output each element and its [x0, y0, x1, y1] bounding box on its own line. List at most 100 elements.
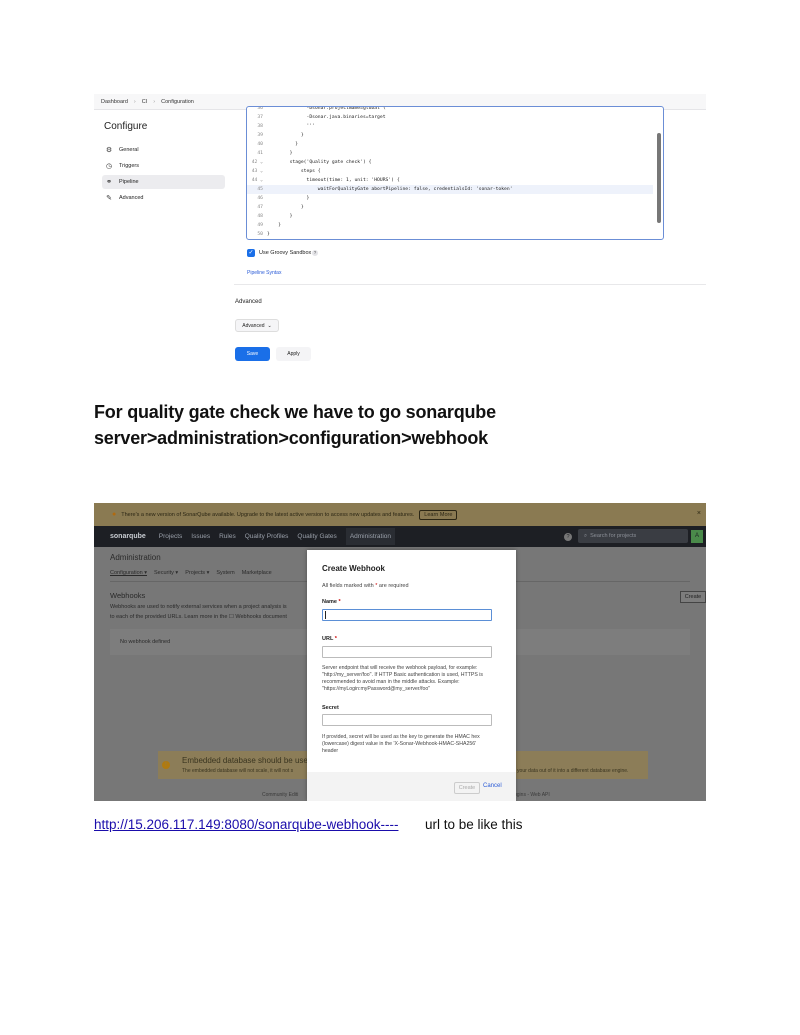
line-number: 47: [257, 205, 263, 210]
learn-more-button[interactable]: Learn More: [419, 509, 458, 520]
required-star: *: [375, 583, 378, 589]
pipeline-script-editor[interactable]: 36 -Dsonar.projectName=global \ 37 -Dsona…: [246, 106, 664, 240]
clock-icon: ◷: [105, 163, 113, 170]
url-label: URL *: [322, 636, 337, 642]
advanced-button[interactable]: Advanced ⌄: [235, 319, 279, 332]
required-note-text: All fields marked with: [322, 583, 374, 589]
search-icon: ⌕: [584, 532, 588, 539]
sidebar-item-label: Advanced: [119, 195, 144, 201]
code-text: }: [267, 151, 293, 156]
code-text: }: [267, 214, 293, 219]
modal-create-button[interactable]: Create: [454, 782, 480, 794]
code-line: 46 }: [247, 194, 653, 203]
modal-title: Create Webhook: [322, 564, 385, 573]
avatar[interactable]: A: [691, 530, 703, 543]
line-number: 48: [257, 214, 263, 219]
code-text: -Dsonar.projectName=global \: [267, 106, 386, 111]
search-input[interactable]: ⌕ Search for projects: [578, 529, 688, 543]
save-button[interactable]: Save: [235, 347, 270, 361]
code-text: }: [267, 232, 270, 237]
sidebar-item-label: Triggers: [119, 163, 139, 169]
nav-issues[interactable]: Issues: [191, 533, 210, 540]
url-help-line: Server endpoint that will receive the we…: [322, 665, 478, 671]
subnav-configuration[interactable]: Configuration ▾: [110, 570, 147, 576]
url-note: url to be like this: [425, 817, 523, 832]
code-line: 47 }: [247, 203, 653, 212]
nav-quality-profiles[interactable]: Quality Profiles: [245, 533, 289, 540]
code-text: -Dsonar.java.binaries=target: [267, 115, 386, 120]
gear-icon: ⚙: [105, 147, 113, 154]
breadcrumb-ci[interactable]: CI: [142, 99, 148, 105]
line-number: 42 ⌄: [251, 160, 263, 165]
subnav-system[interactable]: System: [216, 570, 234, 576]
code-text: }: [267, 223, 282, 228]
subnav-security[interactable]: Security ▾: [154, 570, 178, 576]
sidebar-item-label: General: [119, 147, 139, 153]
sonarqube-logo[interactable]: sonarqube: [110, 533, 146, 540]
close-icon[interactable]: ×: [697, 510, 701, 517]
sidebar-item-triggers[interactable]: ◷ Triggers: [102, 159, 225, 173]
name-input[interactable]: [322, 609, 492, 621]
required-note: All fields marked with * are required: [322, 583, 409, 589]
line-number: 46: [257, 196, 263, 201]
secret-input[interactable]: [322, 714, 492, 726]
sidebar-item-general[interactable]: ⚙ General: [102, 143, 225, 157]
nav-rules[interactable]: Rules: [219, 533, 236, 540]
groovy-sandbox-checkbox[interactable]: ✓: [247, 249, 255, 257]
url-help-line: "http://my_server/foo". If HTTP Basic au…: [322, 672, 484, 678]
nav-projects[interactable]: Projects: [159, 533, 182, 540]
footer-edition: Community Editi: [262, 792, 299, 798]
wrench-icon: ✎: [106, 195, 112, 202]
embedded-db-text: The embedded database will not scale, it…: [182, 768, 294, 774]
caption-line-1: For quality gate check we have to go son…: [94, 402, 496, 422]
url-help: Server endpoint that will receive the we…: [322, 665, 502, 693]
code-line: 50: [247, 239, 653, 240]
url-label-text: URL: [322, 636, 334, 642]
admin-title: Administration: [110, 553, 161, 562]
url-input[interactable]: [322, 646, 492, 658]
code-text: stage('Quality gate check') {: [267, 160, 372, 165]
embedded-db-title: Embedded database should be used: [182, 756, 313, 765]
sidebar-item-label: Pipeline: [119, 179, 139, 185]
code-text: }: [267, 142, 299, 147]
line-number: 40: [257, 142, 263, 147]
warning-icon: ●: [112, 511, 117, 518]
name-label-text: Name: [322, 599, 337, 605]
advanced-heading: Advanced: [235, 299, 262, 305]
editor-scrollbar[interactable]: [657, 133, 661, 223]
required-star: *: [338, 599, 341, 605]
groovy-sandbox-label: Use Groovy Sandbox: [259, 250, 312, 256]
code-text: }: [267, 205, 304, 210]
code-text: steps {: [267, 169, 321, 174]
code-line: 48 }: [247, 212, 653, 221]
required-note-tail: are required: [378, 583, 409, 589]
chevron-right-icon: ›: [133, 98, 136, 105]
webhooks-description: Webhooks are used to notify external ser…: [110, 604, 287, 610]
line-number: 37: [257, 115, 263, 120]
secret-help: If provided, secret will be used as the …: [322, 734, 502, 755]
nav-administration[interactable]: Administration: [345, 528, 395, 545]
breadcrumb-dashboard[interactable]: Dashboard: [101, 99, 128, 105]
webhooks-title: Webhooks: [110, 591, 146, 600]
code-text: }: [267, 196, 310, 201]
secret-label: Secret: [322, 705, 339, 711]
webhook-url-link[interactable]: http://15.206.117.149:8080/sonarqube-web…: [94, 817, 398, 832]
footer-links[interactable]: ugins - Web API: [514, 792, 550, 798]
create-webhook-button[interactable]: Create: [680, 591, 706, 603]
sidebar-item-advanced[interactable]: ✎ Advanced: [102, 191, 225, 205]
help-icon[interactable]: ?: [312, 250, 318, 256]
secret-help-line: header: [322, 748, 339, 754]
line-number: 36: [257, 106, 263, 111]
nav-quality-gates[interactable]: Quality Gates: [297, 533, 336, 540]
page-title: Configure: [104, 121, 148, 132]
modal-cancel-link[interactable]: Cancel: [483, 783, 502, 789]
search-placeholder: Search for projects: [590, 533, 637, 539]
pipeline-syntax-link[interactable]: Pipeline Syntax: [247, 270, 281, 276]
subnav-projects[interactable]: Projects ▾: [185, 570, 209, 576]
breadcrumb-configuration[interactable]: Configuration: [161, 99, 194, 105]
code-line: 40 }: [247, 140, 653, 149]
help-icon[interactable]: ?: [564, 533, 572, 541]
apply-button[interactable]: Apply: [276, 347, 311, 361]
subnav-marketplace[interactable]: Marketplace: [242, 570, 272, 576]
sidebar-item-pipeline[interactable]: ⚭ Pipeline: [102, 175, 225, 189]
